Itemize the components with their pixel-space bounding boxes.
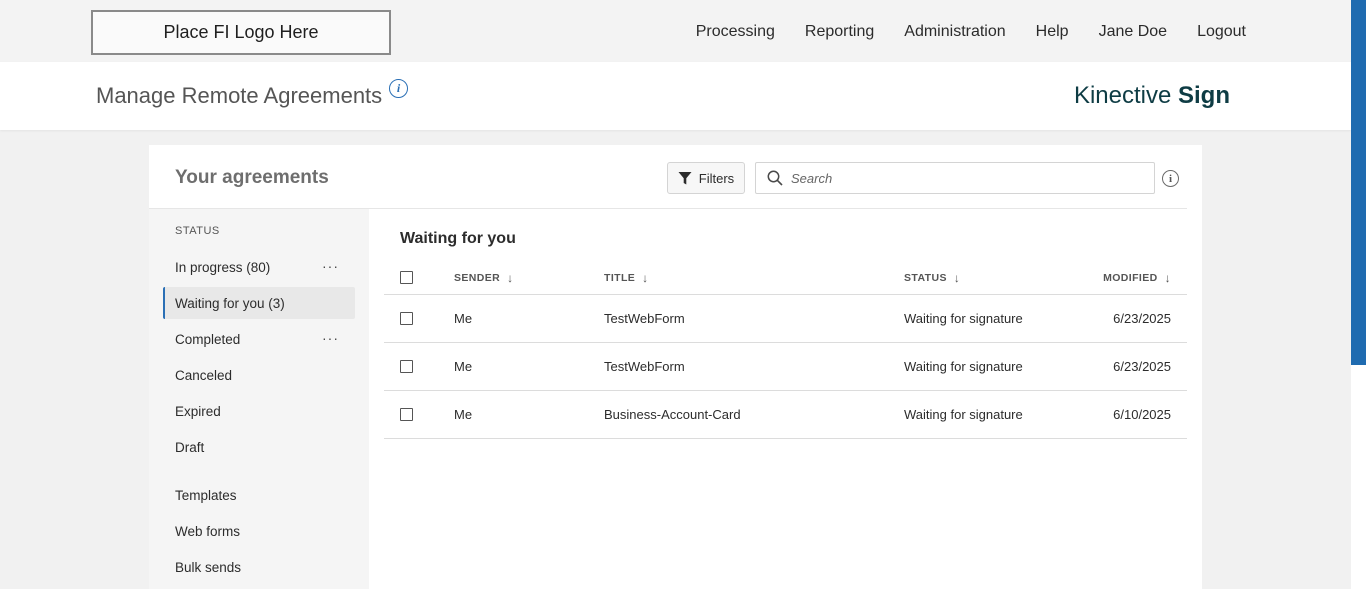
page-info-icon[interactable]: i (389, 79, 408, 98)
column-title-header[interactable]: TITLE ↓ (604, 271, 649, 285)
sidebar-item-label: Expired (175, 403, 221, 419)
row-checkbox[interactable] (400, 360, 413, 373)
top-navigation-bar: Place FI Logo Here Processing Reporting … (0, 0, 1351, 62)
row-status: Waiting for signature (904, 407, 1023, 422)
agreements-card-title: Your agreements (175, 167, 329, 188)
page-title: Manage Remote Agreements (96, 83, 383, 108)
main-nav: Processing Reporting Administration Help… (696, 23, 1246, 41)
sidebar-item-label: Completed (175, 331, 241, 347)
sidebar-item-label: Draft (175, 439, 205, 455)
search-field[interactable] (755, 162, 1155, 194)
brand-logo: Kinective Sign (1074, 82, 1230, 110)
table-header: SENDER ↓ TITLE ↓ STATUS ↓ MODIFIED ↓ (384, 261, 1187, 295)
row-status: Waiting for signature (904, 359, 1023, 374)
sort-arrow-down-icon: ↓ (642, 271, 649, 285)
sidebar-item-in-progress[interactable]: In progress (80) ··· (163, 251, 355, 283)
column-label: MODIFIED (1103, 272, 1158, 284)
column-label: SENDER (454, 272, 501, 284)
column-status-header[interactable]: STATUS ↓ (904, 271, 960, 285)
nav-processing[interactable]: Processing (696, 23, 775, 41)
search-input[interactable] (791, 170, 1131, 186)
status-heading: STATUS (175, 225, 220, 237)
sidebar-item-label: Templates (175, 487, 237, 503)
nav-user-name[interactable]: Jane Doe (1099, 23, 1168, 41)
sidebar-item-label: Canceled (175, 367, 233, 383)
select-all-checkbox[interactable] (400, 271, 413, 284)
page-scrollbar-thumb[interactable] (1351, 0, 1366, 365)
row-checkbox[interactable] (400, 312, 413, 325)
filters-button[interactable]: Filters (667, 162, 745, 194)
column-sender-header[interactable]: SENDER ↓ (454, 271, 514, 285)
row-sender: Me (454, 359, 473, 374)
search-icon (767, 170, 783, 186)
sidebar-item-label: Web forms (175, 523, 241, 539)
info-icon[interactable]: i (1162, 170, 1179, 187)
sort-arrow-down-icon: ↓ (507, 271, 514, 285)
filter-funnel-icon (678, 171, 692, 184)
agreements-table: SENDER ↓ TITLE ↓ STATUS ↓ MODIFIED ↓ Me … (384, 261, 1187, 439)
row-modified: 6/23/2025 (1113, 359, 1171, 374)
sidebar-item-label: Waiting for you (3) (175, 295, 285, 311)
agreements-card: Your agreements Filters i STATUS In prog… (149, 145, 1202, 589)
row-modified: 6/10/2025 (1113, 407, 1171, 422)
sidebar-item-templates[interactable]: Templates (163, 479, 355, 511)
row-status: Waiting for signature (904, 311, 1023, 326)
row-sender: Me (454, 311, 473, 326)
brand-name-light: Kinective (1073, 82, 1172, 109)
filters-button-label: Filters (698, 170, 735, 186)
institution-logo-placeholder[interactable]: Place FI Logo Here (91, 10, 391, 55)
column-label: STATUS (904, 272, 947, 284)
sidebar-item-completed[interactable]: Completed ··· (163, 323, 355, 355)
status-sidebar: STATUS In progress (80) ··· Waiting for … (149, 209, 369, 589)
sort-arrow-down-icon: ↓ (953, 271, 961, 285)
sidebar-item-expired[interactable]: Expired (163, 395, 355, 427)
more-options-icon[interactable]: ··· (322, 258, 339, 274)
nav-reporting[interactable]: Reporting (805, 23, 874, 41)
nav-administration[interactable]: Administration (904, 23, 1005, 41)
sidebar-item-waiting-for-you[interactable]: Waiting for you (3) (163, 287, 355, 319)
sidebar-item-label: In progress (80) (175, 259, 271, 275)
row-title[interactable]: Business-Account-Card (604, 407, 741, 422)
nav-help[interactable]: Help (1036, 23, 1069, 41)
section-title: Waiting for you (400, 230, 516, 247)
sidebar-item-draft[interactable]: Draft (163, 431, 355, 463)
sort-arrow-down-icon: ↓ (1164, 271, 1171, 285)
row-modified: 6/23/2025 (1113, 311, 1171, 326)
column-label: TITLE (604, 272, 636, 284)
sidebar-item-label: Bulk sends (175, 559, 242, 575)
brand-name-bold: Sign (1178, 82, 1230, 109)
table-row[interactable]: Me Business-Account-Card Waiting for sig… (384, 391, 1187, 439)
page-header: Manage Remote Agreements i Kinective Sig… (0, 62, 1351, 130)
row-checkbox[interactable] (400, 408, 413, 421)
more-options-icon[interactable]: ··· (322, 330, 339, 346)
table-row[interactable]: Me TestWebForm Waiting for signature 6/2… (384, 295, 1187, 343)
sidebar-item-web-forms[interactable]: Web forms (163, 515, 355, 547)
row-sender: Me (454, 407, 473, 422)
page-scrollbar-track[interactable] (1351, 0, 1366, 589)
sidebar-item-canceled[interactable]: Canceled (163, 359, 355, 391)
row-title[interactable]: TestWebForm (604, 311, 685, 326)
nav-logout[interactable]: Logout (1197, 23, 1246, 41)
table-row[interactable]: Me TestWebForm Waiting for signature 6/2… (384, 343, 1187, 391)
row-title[interactable]: TestWebForm (604, 359, 685, 374)
column-modified-header[interactable]: MODIFIED ↓ (1103, 271, 1171, 285)
sidebar-item-bulk-sends[interactable]: Bulk sends (163, 551, 355, 583)
